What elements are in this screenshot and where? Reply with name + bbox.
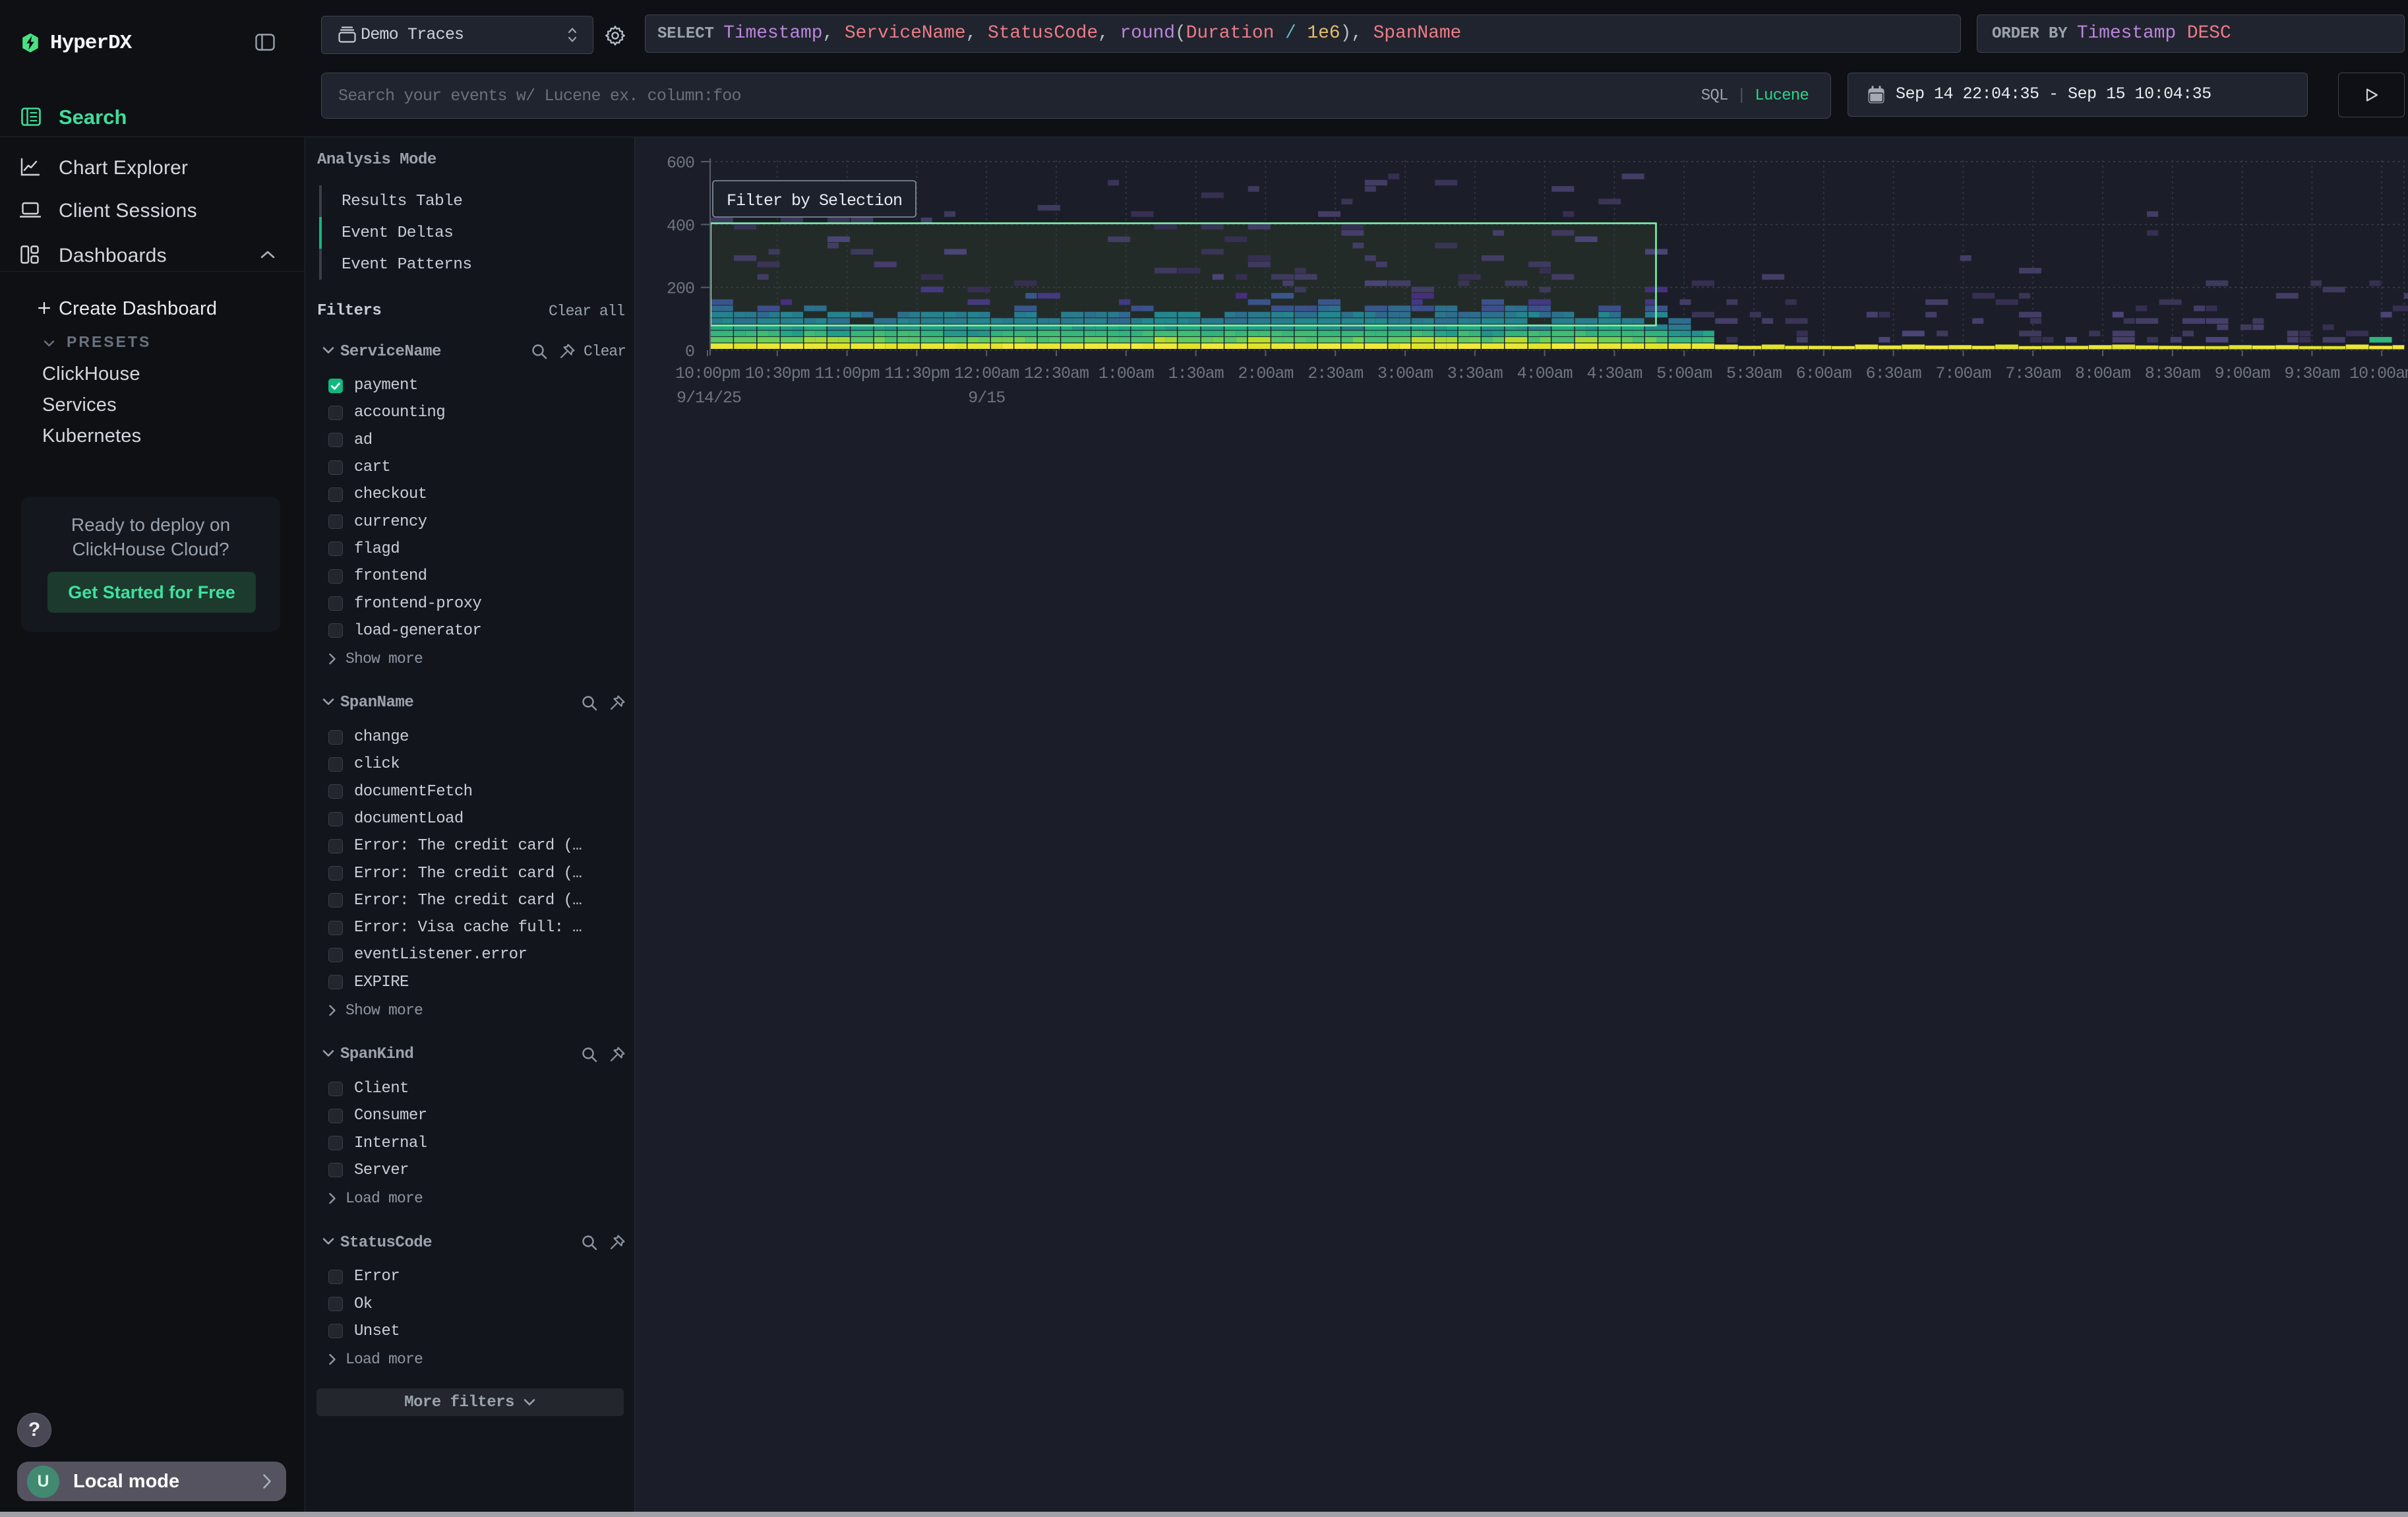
svg-text:9/14/25: 9/14/25 [677, 388, 741, 408]
svg-text:10:30pm: 10:30pm [745, 364, 810, 383]
svg-text:12:00am: 12:00am [954, 364, 1019, 383]
svg-text:Filter by Selection: Filter by Selection [727, 191, 902, 210]
svg-text:5:00am: 5:00am [1656, 364, 1712, 383]
svg-text:2:00am: 2:00am [1238, 364, 1293, 383]
svg-text:6:00am: 6:00am [1796, 364, 1851, 383]
svg-text:3:30am: 3:30am [1447, 364, 1503, 383]
svg-text:9/15: 9/15 [968, 388, 1005, 408]
svg-text:6:30am: 6:30am [1866, 364, 1921, 383]
svg-text:0: 0 [685, 342, 694, 361]
svg-text:2:30am: 2:30am [1308, 364, 1363, 383]
svg-text:4:30am: 4:30am [1586, 364, 1642, 383]
svg-text:4:00am: 4:00am [1517, 364, 1573, 383]
svg-text:1:00am: 1:00am [1099, 364, 1154, 383]
svg-text:11:00pm: 11:00pm [815, 364, 880, 383]
svg-text:400: 400 [667, 216, 694, 235]
svg-text:9:30am: 9:30am [2284, 364, 2339, 383]
svg-text:7:00am: 7:00am [1935, 364, 1991, 383]
svg-text:200: 200 [667, 280, 694, 299]
svg-text:7:30am: 7:30am [2005, 364, 2061, 383]
svg-text:12:30am: 12:30am [1024, 364, 1089, 383]
svg-text:10:00am: 10:00am [2349, 364, 2408, 383]
svg-text:11:30pm: 11:30pm [884, 364, 949, 383]
svg-text:3:00am: 3:00am [1377, 364, 1433, 383]
svg-text:9:00am: 9:00am [2215, 364, 2270, 383]
svg-text:600: 600 [667, 154, 694, 173]
svg-text:10:00pm: 10:00pm [675, 364, 740, 383]
svg-text:8:30am: 8:30am [2145, 364, 2200, 383]
svg-text:1:30am: 1:30am [1168, 364, 1224, 383]
svg-text:5:30am: 5:30am [1726, 364, 1782, 383]
svg-text:8:00am: 8:00am [2075, 364, 2130, 383]
